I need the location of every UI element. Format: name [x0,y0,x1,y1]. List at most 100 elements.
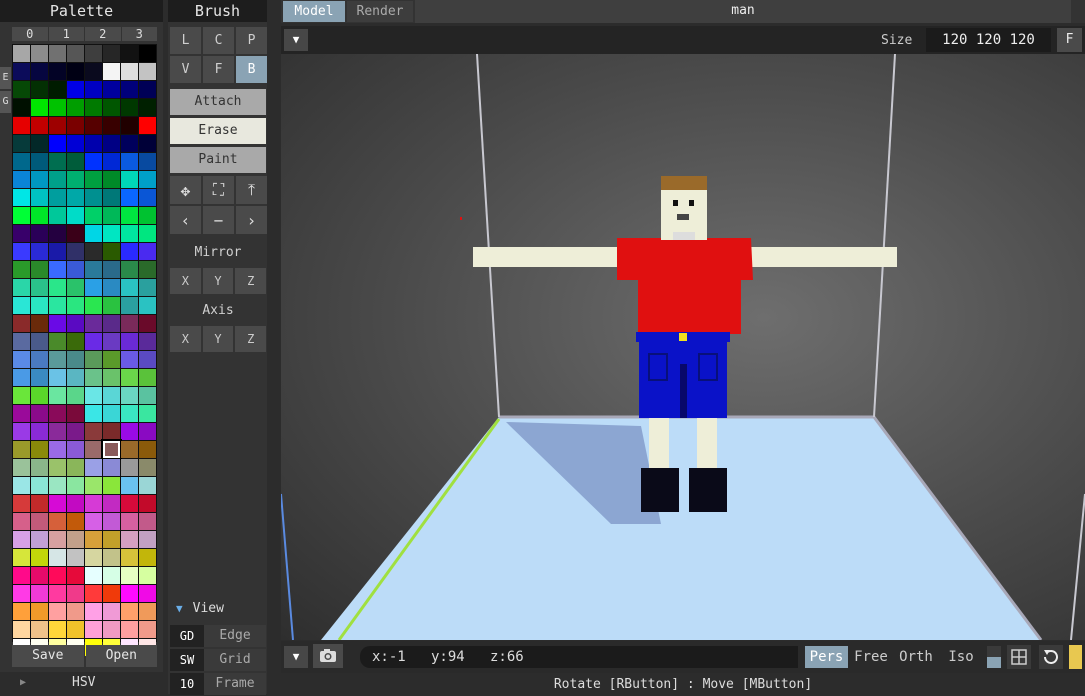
color-swatch[interactable] [67,351,84,368]
color-swatch[interactable] [85,135,102,152]
paint-button[interactable]: Paint [170,147,266,173]
color-swatch[interactable] [85,459,102,476]
arrow-up-bar-icon[interactable]: ⤒ [236,176,267,204]
color-swatch[interactable] [31,189,48,206]
color-swatch[interactable] [13,387,30,404]
color-swatch[interactable] [13,297,30,314]
palette-tab-1[interactable]: 1 [48,27,84,41]
color-swatch[interactable] [49,45,66,62]
color-swatch[interactable] [13,621,30,638]
triangle-down-icon[interactable]: ▼ [284,646,308,668]
color-swatch[interactable] [67,513,84,530]
color-swatch[interactable] [67,99,84,116]
color-swatch[interactable] [13,441,30,458]
color-swatch[interactable] [121,207,138,224]
color-swatch[interactable] [67,135,84,152]
color-swatch[interactable] [139,261,156,278]
color-swatch[interactable] [49,423,66,440]
color-swatch[interactable] [85,117,102,134]
color-swatch[interactable] [49,405,66,422]
color-swatch[interactable] [121,153,138,170]
color-swatch[interactable] [49,333,66,350]
color-swatch[interactable] [85,567,102,584]
color-swatch[interactable] [121,189,138,206]
side-tab-g[interactable]: G [0,91,11,113]
move-arrows-icon[interactable]: ✥ [170,176,201,204]
save-button[interactable]: Save [12,645,84,667]
color-swatch[interactable] [103,585,120,602]
color-swatch[interactable] [103,153,120,170]
color-swatch[interactable] [49,225,66,242]
color-swatch[interactable] [67,585,84,602]
color-swatch[interactable] [13,549,30,566]
color-swatch[interactable] [139,459,156,476]
color-swatch[interactable] [67,405,84,422]
color-swatch[interactable] [49,477,66,494]
color-swatch[interactable] [121,297,138,314]
color-swatch[interactable] [67,333,84,350]
color-swatch[interactable] [13,117,30,134]
color-swatch[interactable] [31,567,48,584]
color-swatch[interactable] [85,243,102,260]
color-swatch[interactable] [121,225,138,242]
color-swatch[interactable] [85,387,102,404]
color-swatch[interactable] [67,297,84,314]
color-swatch[interactable] [85,99,102,116]
tab-model[interactable]: Model [283,1,345,22]
color-swatch[interactable] [49,117,66,134]
color-swatch[interactable] [139,405,156,422]
color-swatch[interactable] [103,63,120,80]
color-swatch[interactable] [121,45,138,62]
color-swatch[interactable] [85,603,102,620]
color-swatch[interactable] [49,495,66,512]
color-swatch[interactable] [67,423,84,440]
color-swatch[interactable] [13,153,30,170]
color-swatch[interactable] [121,405,138,422]
color-swatch[interactable] [103,279,120,296]
color-swatch[interactable] [31,621,48,638]
color-swatch[interactable] [121,603,138,620]
color-swatch[interactable] [103,513,120,530]
color-swatch[interactable] [139,603,156,620]
color-swatch[interactable] [13,63,30,80]
color-swatch[interactable] [85,63,102,80]
color-swatch[interactable] [103,459,120,476]
color-swatch[interactable] [13,99,30,116]
color-swatch[interactable] [67,387,84,404]
color-swatch[interactable] [67,459,84,476]
mirror-z-button[interactable]: Z [235,268,267,294]
color-swatch[interactable] [85,495,102,512]
minus-icon[interactable]: − [203,206,234,234]
color-swatch[interactable] [139,279,156,296]
color-swatch[interactable] [13,261,30,278]
color-swatch[interactable] [49,99,66,116]
color-swatch[interactable] [139,63,156,80]
color-swatch[interactable] [103,549,120,566]
color-swatch[interactable] [103,81,120,98]
color-swatch[interactable] [31,441,48,458]
color-swatch[interactable] [103,387,120,404]
3d-viewport[interactable] [280,53,1085,641]
tab-render[interactable]: Render [347,1,413,22]
side-tab-e[interactable]: E [0,67,11,89]
color-swatch[interactable] [49,549,66,566]
color-swatch[interactable] [49,315,66,332]
color-swatch[interactable] [67,315,84,332]
color-swatch[interactable] [85,81,102,98]
color-swatch[interactable] [49,585,66,602]
color-swatch[interactable] [31,423,48,440]
color-swatch[interactable] [85,189,102,206]
color-swatch[interactable] [103,297,120,314]
color-swatch[interactable] [31,585,48,602]
color-swatch[interactable] [31,603,48,620]
color-swatch[interactable] [103,225,120,242]
color-swatch[interactable] [49,189,66,206]
color-swatch[interactable] [103,207,120,224]
color-swatch[interactable] [103,171,120,188]
projection-pers-button[interactable]: Pers [805,646,848,668]
color-swatch[interactable] [67,279,84,296]
color-swatch[interactable] [13,279,30,296]
mirror-y-button[interactable]: Y [202,268,234,294]
color-swatch[interactable] [121,243,138,260]
color-swatch[interactable] [85,45,102,62]
